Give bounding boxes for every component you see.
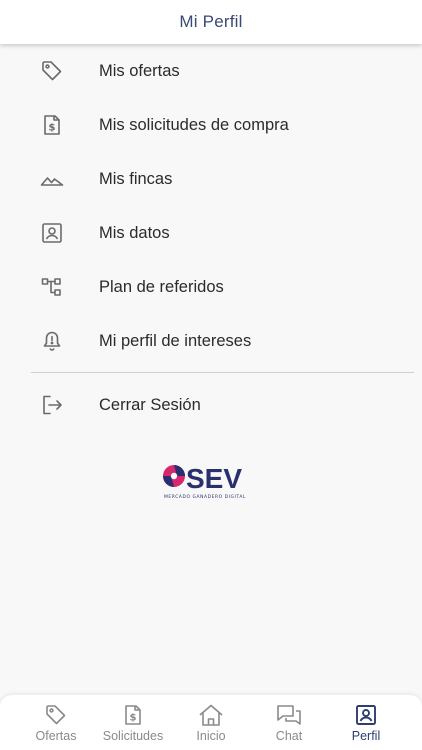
svg-text:$: $ — [130, 713, 137, 724]
app-bar: Mi Perfil — [0, 0, 422, 44]
svg-text:MERCADO GANADERO DIGITAL: MERCADO GANADERO DIGITAL — [164, 494, 246, 500]
hierarchy-icon — [39, 274, 65, 300]
nav-label: Perfil — [351, 729, 381, 743]
nav-tab-chat[interactable]: Chat — [250, 695, 328, 750]
page-title: Mi Perfil — [179, 12, 243, 31]
landscape-icon — [39, 166, 65, 192]
nav-tab-solicitudes[interactable]: $ Solicitudes — [94, 695, 172, 750]
svg-text:SEV: SEV — [186, 463, 242, 494]
nav-tab-perfil[interactable]: Perfil — [327, 695, 405, 750]
svg-text:$: $ — [49, 123, 56, 134]
menu-item-label: Mis fincas — [99, 169, 173, 188]
menu-item-mi-perfil-de-intereses[interactable]: Mi perfil de intereses — [0, 314, 422, 368]
tag-icon — [43, 703, 69, 727]
sev-logo: SEV MERCADO GANADERO DIGITAL — [160, 458, 260, 500]
account-box-icon — [353, 703, 379, 727]
nav-label: Chat — [275, 729, 303, 743]
nav-label: Solicitudes — [102, 729, 164, 743]
menu-item-label: Mis datos — [99, 223, 170, 242]
menu-item-plan-de-referidos[interactable]: Plan de referidos — [0, 260, 422, 314]
nav-tab-ofertas[interactable]: Ofertas — [17, 695, 95, 750]
account-box-icon — [39, 220, 65, 246]
menu-item-mis-datos[interactable]: Mis datos — [0, 206, 422, 260]
nav-label: Inicio — [196, 729, 226, 743]
menu-item-label: Mis ofertas — [99, 61, 180, 80]
chat-icon — [276, 703, 302, 727]
logout-button[interactable]: Cerrar Sesión — [0, 378, 422, 432]
dollar-document-icon: $ — [39, 112, 65, 138]
menu-divider — [31, 372, 414, 373]
tag-icon — [39, 58, 65, 84]
nav-tab-inicio[interactable]: Inicio — [172, 695, 250, 750]
nav-label: Ofertas — [35, 729, 77, 743]
menu-item-mis-fincas[interactable]: Mis fincas — [0, 152, 422, 206]
logout-label: Cerrar Sesión — [99, 395, 201, 414]
bottom-navigation: Ofertas $ Solicitudes Inicio Chat Perfil — [0, 695, 422, 750]
logout-icon — [39, 392, 65, 418]
menu-item-mis-solicitudes[interactable]: $ Mis solicitudes de compra — [0, 98, 422, 152]
dollar-document-icon: $ — [120, 703, 146, 727]
menu-item-label: Mi perfil de intereses — [99, 331, 252, 350]
menu-item-mis-ofertas[interactable]: Mis ofertas — [0, 44, 422, 98]
home-icon — [198, 703, 224, 727]
menu-item-label: Mis solicitudes de compra — [99, 115, 289, 134]
menu-item-label: Plan de referidos — [99, 277, 224, 296]
bell-alert-icon — [39, 328, 65, 354]
